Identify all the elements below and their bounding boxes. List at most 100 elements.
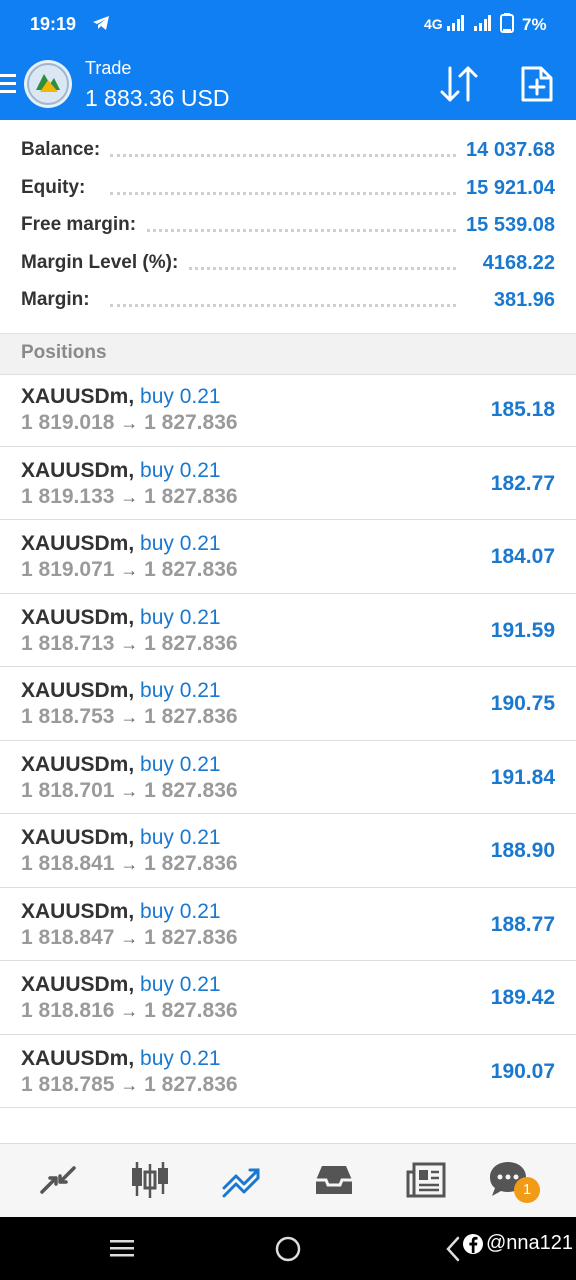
arrow-right-icon: →	[120, 1074, 139, 1095]
position-prices: 1 819.133 → 1 827.836	[21, 485, 238, 509]
position-symbol: XAUUSDm, buy 0.21	[21, 900, 221, 924]
menu-icon[interactable]	[0, 70, 16, 98]
arrow-right-icon: →	[120, 1001, 139, 1021]
open-price: 1 818.816	[21, 999, 115, 1022]
position-prices: 1 818.713 → 1 827.836	[21, 632, 238, 656]
position-side: buy 0.21	[140, 679, 221, 702]
position-prices: 1 819.071 → 1 827.836	[21, 558, 238, 582]
symbol-name: XAUUSDm,	[21, 1046, 135, 1070]
position-symbol: XAUUSDm, buy 0.21	[21, 385, 221, 409]
position-prices: 1 819.018 → 1 827.836	[21, 411, 238, 435]
position-prices: 1 818.753 → 1 827.836	[21, 705, 238, 729]
position-profit: 182.77	[490, 471, 555, 495]
position-profit: 190.75	[490, 692, 555, 715]
summary-label: Free margin:	[21, 214, 145, 236]
current-price: 1 827.836	[144, 631, 238, 655]
summary-row-margin: Margin: 381.96	[0, 280, 576, 318]
sort-icon[interactable]	[438, 64, 480, 104]
position-profit: 189.42	[490, 986, 555, 1009]
current-price: 1 827.836	[144, 778, 238, 802]
current-price: 1 827.836	[144, 925, 238, 949]
signal-icon-2	[474, 15, 491, 31]
position-row[interactable]: XAUUSDm, buy 0.21 1 819.133 → 1 827.836 …	[0, 447, 576, 520]
position-row[interactable]: XAUUSDm, buy 0.21 1 818.753 → 1 827.836 …	[0, 667, 576, 741]
symbol-name: XAUUSDm,	[21, 826, 135, 849]
summary-value: 4168.22	[474, 251, 555, 275]
open-price: 1 819.071	[21, 558, 115, 581]
position-profit: 185.18	[490, 398, 555, 421]
chart-icon[interactable]	[128, 1158, 172, 1202]
position-row[interactable]: XAUUSDm, buy 0.21 1 818.841 → 1 827.836 …	[0, 814, 576, 888]
position-row[interactable]: XAUUSDm, buy 0.21 1 819.071 → 1 827.836 …	[0, 520, 576, 594]
network-type: 4G	[424, 16, 443, 32]
account-summary: Balance: 14 037.68 Equity: 15 921.04 Fre…	[0, 130, 576, 318]
home-icon[interactable]	[274, 1235, 302, 1263]
position-profit: 190.07	[490, 1059, 555, 1083]
summary-label: Margin:	[21, 289, 98, 311]
header-title: Trade	[85, 58, 132, 78]
dotted-leader	[110, 229, 456, 232]
app-logo	[24, 60, 72, 108]
current-price: 1 827.836	[144, 852, 238, 875]
new-order-icon[interactable]	[519, 64, 555, 104]
summary-row-free-margin: Free margin: 15 539.08	[0, 205, 576, 243]
battery-percent: 7%	[522, 15, 547, 34]
app-header: 19:19 4G 7% Trade 1 883.36 USD	[0, 0, 576, 120]
open-price: 1 818.701	[21, 778, 115, 802]
position-profit: 188.90	[490, 839, 555, 862]
bottom-tab-bar	[0, 1143, 576, 1218]
open-price: 1 819.133	[21, 484, 115, 508]
position-row[interactable]: XAUUSDm, buy 0.21 1 818.701 → 1 827.836 …	[0, 741, 576, 814]
battery-icon	[500, 13, 514, 33]
summary-row-margin-level: Margin Level (%): 4168.22	[0, 243, 576, 281]
recent-apps-icon[interactable]	[108, 1237, 136, 1259]
summary-label: Equity:	[21, 176, 94, 199]
summary-value: 15 921.04	[458, 176, 555, 200]
quotes-icon[interactable]	[36, 1158, 80, 1202]
position-prices: 1 818.841 → 1 827.836	[21, 852, 238, 876]
header-balance: 1 883.36 USD	[85, 85, 230, 111]
status-time: 19:19	[30, 14, 77, 34]
news-icon[interactable]	[404, 1158, 448, 1202]
dotted-leader	[110, 191, 456, 195]
position-row[interactable]: XAUUSDm, buy 0.21 1 818.713 → 1 827.836 …	[0, 594, 576, 667]
positions-list: XAUUSDm, buy 0.21 1 819.018 → 1 827.836 …	[0, 373, 576, 1108]
current-price: 1 827.836	[144, 484, 238, 508]
current-price: 1 827.836	[144, 999, 238, 1022]
position-row[interactable]: XAUUSDm, buy 0.21 1 818.847 → 1 827.836 …	[0, 888, 576, 961]
arrow-right-icon: →	[120, 927, 139, 948]
watermark: @nna121	[486, 1232, 574, 1254]
position-row[interactable]: XAUUSDm, buy 0.21 1 818.785 → 1 827.836 …	[0, 1035, 576, 1108]
current-price: 1 827.836	[144, 705, 238, 728]
summary-value: 381.96	[485, 289, 555, 312]
facebook-icon	[463, 1234, 483, 1254]
open-price: 1 819.018	[21, 411, 115, 434]
current-price: 1 827.836	[144, 558, 238, 581]
position-side: buy 0.21	[140, 605, 221, 629]
trade-icon[interactable]	[220, 1158, 264, 1202]
symbol-name: XAUUSDm,	[21, 679, 135, 702]
chat-badge: 1	[514, 1177, 540, 1203]
arrow-right-icon: →	[120, 633, 139, 654]
position-prices: 1 818.701 → 1 827.836	[21, 779, 238, 803]
position-symbol: XAUUSDm, buy 0.21	[21, 532, 221, 556]
dotted-leader	[110, 304, 456, 307]
position-row[interactable]: XAUUSDm, buy 0.21 1 818.816 → 1 827.836 …	[0, 961, 576, 1035]
position-prices: 1 818.816 → 1 827.836	[21, 999, 238, 1023]
position-side: buy 0.21	[140, 899, 221, 923]
summary-row-balance: Balance: 14 037.68	[0, 130, 576, 168]
open-price: 1 818.841	[21, 852, 115, 875]
back-icon[interactable]	[444, 1235, 462, 1263]
position-prices: 1 818.847 → 1 827.836	[21, 926, 238, 950]
position-row[interactable]: XAUUSDm, buy 0.21 1 819.018 → 1 827.836 …	[0, 373, 576, 447]
history-icon[interactable]	[312, 1158, 356, 1202]
open-price: 1 818.847	[21, 925, 115, 949]
position-symbol: XAUUSDm, buy 0.21	[21, 459, 221, 483]
dotted-leader	[110, 154, 456, 157]
position-symbol: XAUUSDm, buy 0.21	[21, 679, 221, 703]
arrow-right-icon: →	[120, 560, 139, 580]
status-bar: 19:19 4G 7%	[0, 0, 576, 48]
open-price: 1 818.785	[21, 1072, 115, 1096]
summary-label: Margin Level (%):	[21, 251, 187, 274]
current-price: 1 827.836	[144, 1072, 238, 1096]
